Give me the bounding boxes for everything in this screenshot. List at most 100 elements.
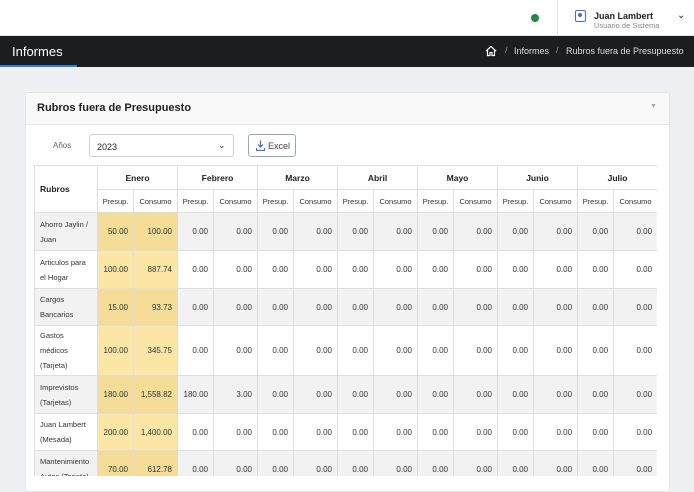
rubro-name: Ahorro Jaylin / Juan xyxy=(34,212,98,251)
consumo-cell: 0.00 xyxy=(373,250,418,289)
consumo-cell: 0.00 xyxy=(373,413,418,451)
presupuesto-cell: 0.00 xyxy=(417,212,454,251)
month-header: Junio xyxy=(497,165,579,190)
consumo-cell: 345.75 xyxy=(133,325,178,376)
presupuesto-cell: 50.00 xyxy=(97,212,134,251)
month-header: Marzo xyxy=(257,165,338,190)
presupuesto-cell: 0.00 xyxy=(337,212,374,251)
consumo-cell: 0.00 xyxy=(293,325,338,376)
consumo-cell: 612.78 xyxy=(133,450,178,476)
consumo-header: Consumo xyxy=(613,189,657,213)
export-excel-label: Excel xyxy=(268,141,291,151)
user-name[interactable]: Juan Lambert xyxy=(594,11,653,21)
consumo-cell: 0.00 xyxy=(213,413,258,451)
consumo-cell: 0.00 xyxy=(452,288,499,326)
presupuesto-cell: 0.00 xyxy=(257,325,294,376)
presupuesto-header: Presup. xyxy=(337,189,374,213)
month-header: Febrero xyxy=(177,165,258,190)
consumo-cell: 0.00 xyxy=(373,325,418,376)
table-row: Ahorro Jaylin / Juan 50.00 100.00 0.00 0.00 0… xyxy=(34,212,657,251)
consumo-cell: 0.00 xyxy=(373,212,418,251)
rubro-name: Cargos Bancarios xyxy=(34,288,98,326)
consumo-cell: 0.00 xyxy=(533,375,579,414)
consumo-cell: 0.00 xyxy=(452,375,499,414)
budget-table-grid: Rubros Enero Febrero Marzo Abril Mayo Junio Ju… xyxy=(34,165,657,476)
consumo-cell: 0.00 xyxy=(452,250,499,289)
rubro-name: Articulos para el Hogar xyxy=(34,250,98,289)
consumo-cell: 0.00 xyxy=(373,450,418,476)
table-row: Mantenimiento Autos (Tarjeta)70.00612.78… xyxy=(34,450,657,476)
table-row: Cargos Bancarios 15.00 93.73 0.00 0.00 0.00 0.… xyxy=(34,288,657,326)
consumo-cell: 0.00 xyxy=(533,325,579,376)
presupuesto-cell: 0.00 xyxy=(337,288,374,326)
user-badge-icon[interactable] xyxy=(575,10,586,22)
consumo-cell: 0.00 xyxy=(613,212,657,251)
presupuesto-cell: 0.00 xyxy=(417,375,454,414)
consumo-cell: 3.00 xyxy=(213,375,258,414)
presupuesto-cell: 0.00 xyxy=(497,250,535,289)
presupuesto-header: Presup. xyxy=(177,189,214,213)
home-icon[interactable] xyxy=(485,45,497,57)
consumo-cell: 0.00 xyxy=(533,288,579,326)
rubro-name: Gastos médicos (Tarjeta) xyxy=(34,325,98,376)
budget-table: Rubros Enero Febrero Marzo Abril Mayo Junio Ju… xyxy=(34,165,657,476)
consumo-header: Consumo xyxy=(533,189,579,213)
consumo-header: Consumo xyxy=(133,189,178,213)
table-row: Imprevistos (Tarjetas) 180.00 1,558.82 180.… xyxy=(34,375,657,414)
presupuesto-cell: 0.00 xyxy=(577,212,615,251)
consumo-cell: 0.00 xyxy=(293,288,338,326)
presupuesto-cell: 0.00 xyxy=(177,325,214,376)
consumo-cell: 0.00 xyxy=(293,375,338,414)
consumo-cell: 0.00 xyxy=(293,450,338,476)
presupuesto-cell: 0.00 xyxy=(257,413,294,451)
consumo-cell: 100.00 xyxy=(133,212,178,251)
card-header: Rubros fuera de Presupuesto ▼ xyxy=(26,93,669,125)
presupuesto-cell: 0.00 xyxy=(577,450,615,476)
consumo-cell: 0.00 xyxy=(613,250,657,289)
presupuesto-cell: 0.00 xyxy=(337,325,374,376)
consumo-cell: 887.74 xyxy=(133,250,178,289)
consumo-cell: 0.00 xyxy=(452,212,499,251)
presupuesto-header: Presup. xyxy=(97,189,134,213)
consumo-cell: 0.00 xyxy=(213,250,258,289)
presupuesto-header: Presup. xyxy=(497,189,535,213)
export-excel-button[interactable]: Excel xyxy=(248,134,296,157)
table-row: Juan Lambert (Mesada) 200.00 1,400.00 0.00 0… xyxy=(34,413,657,451)
page-title: Informes xyxy=(12,44,63,59)
consumo-cell: 0.00 xyxy=(533,250,579,289)
consumo-header: Consumo xyxy=(452,189,499,213)
table-row: Gastos médicos (Tarjeta) 100.00 345.75 0.00… xyxy=(34,325,657,376)
presupuesto-cell: 0.00 xyxy=(177,212,214,251)
rubros-header: Rubros xyxy=(34,165,98,213)
presupuesto-cell: 0.00 xyxy=(497,413,535,451)
consumo-header: Consumo xyxy=(213,189,258,213)
presupuesto-cell: 0.00 xyxy=(497,375,535,414)
consumo-cell: 0.00 xyxy=(293,413,338,451)
presupuesto-cell: 0.00 xyxy=(257,212,294,251)
breadcrumb-informes[interactable]: Informes xyxy=(514,46,549,56)
month-header: Julio xyxy=(577,165,657,190)
presupuesto-cell: 0.00 xyxy=(497,325,535,376)
rubro-name: Mantenimiento Autos (Tarjeta) xyxy=(34,450,98,476)
presupuesto-cell: 0.00 xyxy=(417,413,454,451)
presupuesto-cell: 0.00 xyxy=(577,375,615,414)
year-select[interactable]: 2023 ⌄ xyxy=(89,134,234,157)
presupuesto-cell: 0.00 xyxy=(337,375,374,414)
consumo-cell: 0.00 xyxy=(613,288,657,326)
presupuesto-cell: 0.00 xyxy=(257,288,294,326)
presupuesto-cell: 0.00 xyxy=(577,288,615,326)
presupuesto-cell: 0.00 xyxy=(497,450,535,476)
chevron-down-icon: ⌄ xyxy=(218,140,226,150)
presupuesto-header: Presup. xyxy=(417,189,454,213)
consumo-header: Consumo xyxy=(293,189,338,213)
consumo-cell: 0.00 xyxy=(533,212,579,251)
status-indicator xyxy=(531,14,539,22)
consumo-cell: 0.00 xyxy=(613,325,657,376)
presupuesto-cell: 0.00 xyxy=(257,375,294,414)
chevron-down-icon[interactable]: ⌄ xyxy=(677,10,685,21)
presupuesto-cell: 0.00 xyxy=(417,250,454,289)
user-role: Usuario de Sistema xyxy=(594,21,660,30)
presupuesto-cell: 70.00 xyxy=(97,450,134,476)
collapse-icon[interactable]: ▼ xyxy=(650,103,657,110)
presupuesto-cell: 0.00 xyxy=(577,250,615,289)
